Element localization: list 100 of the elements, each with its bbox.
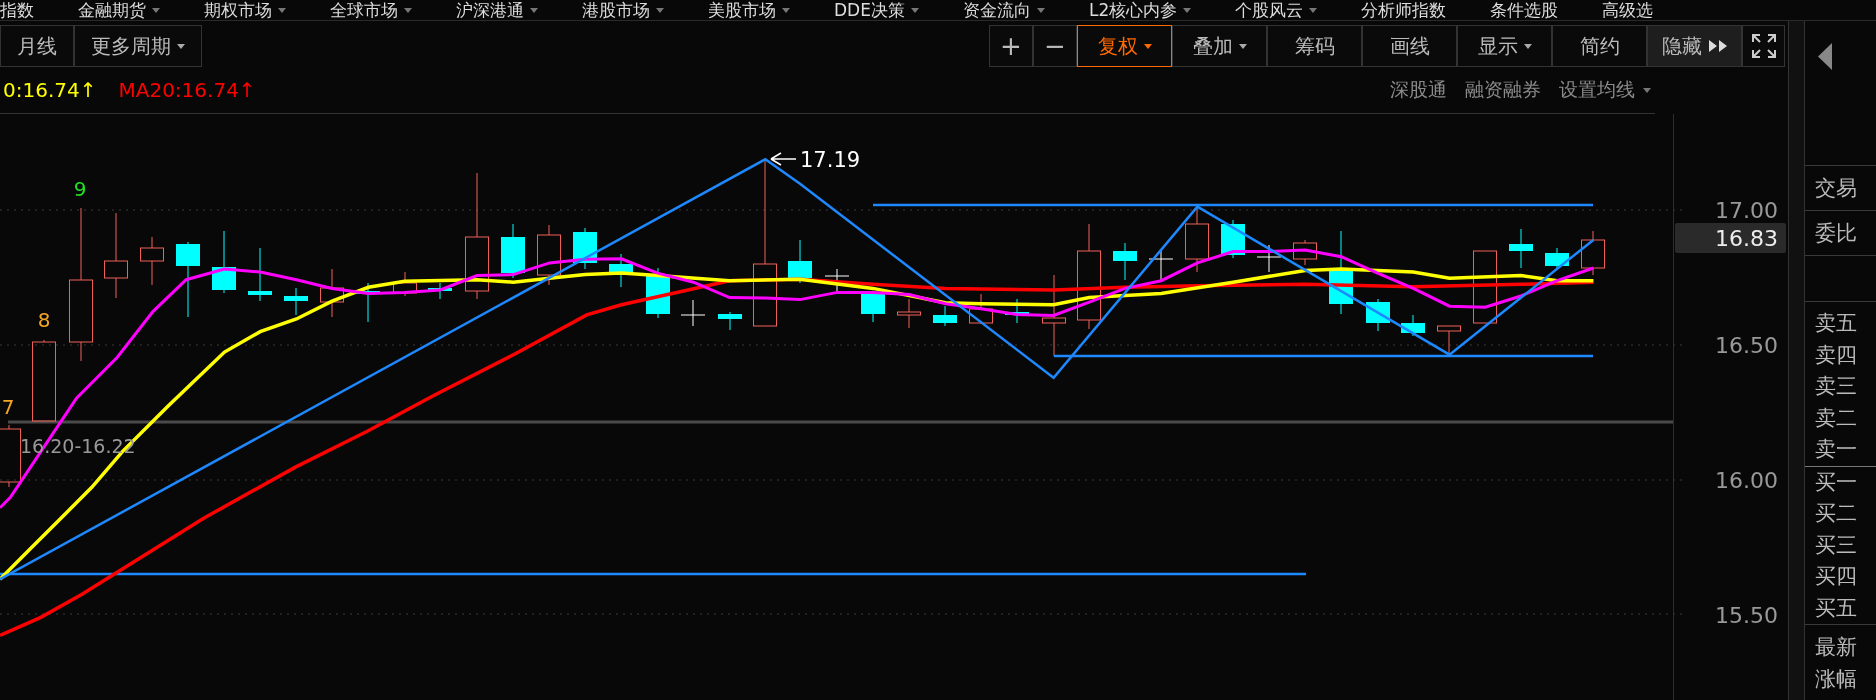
candlestick bbox=[501, 223, 525, 279]
candlestick bbox=[609, 253, 633, 288]
axis-label: 15.50 bbox=[1715, 603, 1778, 628]
candlestick bbox=[788, 239, 812, 284]
candlestick bbox=[1437, 325, 1461, 356]
toolbar-button[interactable]: 显示 bbox=[1457, 25, 1552, 67]
quote-label: 最新 bbox=[1815, 634, 1858, 661]
ma-legend-text: MA20:16.74↑ bbox=[118, 78, 256, 102]
axis-label: 16.00 bbox=[1715, 468, 1778, 493]
toolbar-button[interactable]: 复权 bbox=[1077, 25, 1172, 67]
candlestick bbox=[861, 292, 885, 323]
doji-candle bbox=[680, 299, 706, 327]
count-label: 8 bbox=[37, 308, 51, 332]
fullscreen-icon bbox=[1751, 34, 1776, 58]
candlestick bbox=[1005, 298, 1029, 324]
candlestick bbox=[969, 293, 993, 325]
candlestick bbox=[284, 287, 308, 316]
axis-label: 17.00 bbox=[1715, 198, 1778, 223]
candlestick bbox=[933, 305, 957, 327]
ask-label: 卖五 bbox=[1815, 310, 1858, 337]
period-button[interactable]: 更多周期 bbox=[74, 25, 202, 67]
candlestick bbox=[1293, 239, 1317, 266]
candlestick bbox=[1509, 228, 1533, 269]
bid-label: 买二 bbox=[1815, 500, 1858, 527]
caret-icon bbox=[1143, 43, 1152, 49]
caret-icon bbox=[1523, 43, 1532, 49]
candlestick bbox=[1581, 230, 1605, 276]
caret-icon bbox=[1238, 43, 1247, 49]
ask-label: 卖四 bbox=[1815, 341, 1858, 369]
caret-icon bbox=[1183, 7, 1192, 13]
count-label: 7 bbox=[1, 395, 15, 419]
candlestick bbox=[1366, 298, 1390, 332]
ma-legend-text: 0:16.74↑ bbox=[3, 78, 97, 102]
candlestick bbox=[1545, 247, 1569, 269]
menu-item[interactable]: 全球市场 bbox=[330, 0, 398, 20]
menu-item[interactable]: 港股市场 bbox=[582, 0, 650, 20]
menu-item[interactable]: 个股风云 bbox=[1235, 0, 1304, 20]
doji-candle bbox=[1256, 244, 1282, 273]
double-arrow-icon bbox=[1707, 40, 1728, 52]
menu-item[interactable]: DDE决策 bbox=[834, 0, 905, 20]
caret-icon bbox=[530, 7, 538, 13]
menu-item[interactable]: 资金流向 bbox=[962, 0, 1031, 20]
period-button[interactable]: 月线 bbox=[0, 25, 74, 67]
menu-item[interactable]: 条件选股 bbox=[1490, 0, 1559, 20]
caret-icon bbox=[910, 7, 919, 13]
caret-icon bbox=[782, 7, 790, 13]
candlestick bbox=[1185, 207, 1209, 273]
menu-item[interactable]: L2核心内参 bbox=[1088, 0, 1178, 20]
chart-link[interactable]: 深股通 bbox=[1390, 77, 1447, 103]
toolbar-button[interactable]: 筹码 bbox=[1267, 25, 1362, 67]
menu-item[interactable]: 高级选 bbox=[1602, 0, 1654, 20]
bid-label: 买五 bbox=[1815, 594, 1858, 622]
menu-item[interactable]: 美股市场 bbox=[708, 0, 776, 20]
candlestick bbox=[1113, 242, 1137, 281]
caret-icon bbox=[404, 7, 412, 13]
caret-icon bbox=[1036, 7, 1045, 13]
ask-label: 卖一 bbox=[1815, 436, 1858, 463]
price-label: 17.19 bbox=[800, 148, 861, 172]
candlestick bbox=[537, 224, 561, 286]
menu-item[interactable]: 沪深港通 bbox=[456, 0, 524, 20]
collapse-icon[interactable] bbox=[1818, 43, 1832, 70]
candlestick bbox=[897, 298, 921, 329]
candlestick bbox=[248, 247, 272, 302]
panel-label: 委比 bbox=[1815, 220, 1857, 247]
doji-candle bbox=[824, 268, 850, 294]
candlestick bbox=[428, 282, 452, 300]
chart-link[interactable]: 设置均线 bbox=[1559, 77, 1651, 103]
fullscreen-button[interactable] bbox=[1742, 25, 1785, 67]
ask-label: 卖三 bbox=[1815, 373, 1858, 400]
caret-icon bbox=[278, 7, 286, 13]
toolbar-button[interactable]: − bbox=[1033, 25, 1077, 67]
toolbar-button[interactable]: 叠加 bbox=[1172, 25, 1267, 67]
candlestick bbox=[140, 236, 164, 286]
toolbar-button[interactable]: 画线 bbox=[1362, 25, 1457, 67]
caret-icon bbox=[177, 43, 185, 49]
hide-button[interactable]: 隐藏 bbox=[1647, 25, 1742, 67]
count-label: 9 bbox=[73, 177, 87, 201]
chart-link[interactable]: 融资融券 bbox=[1465, 77, 1541, 103]
bid-label: 买三 bbox=[1815, 531, 1858, 559]
caret-icon bbox=[1643, 87, 1651, 93]
current-price: 16.83 bbox=[1715, 226, 1778, 251]
bid-label: 买四 bbox=[1815, 563, 1858, 590]
bid-label: 买一 bbox=[1815, 468, 1858, 496]
panel-label: 交易 bbox=[1815, 175, 1857, 202]
menu-item[interactable]: 指数 bbox=[0, 0, 34, 20]
ask-label: 卖二 bbox=[1815, 404, 1858, 432]
caret-icon bbox=[656, 7, 664, 13]
menu-item[interactable]: 期权市场 bbox=[204, 0, 272, 20]
candlestick bbox=[1401, 314, 1425, 337]
caret-icon bbox=[152, 7, 160, 13]
menu-item[interactable]: 金融期货 bbox=[78, 0, 146, 20]
caret-icon bbox=[1309, 7, 1318, 13]
candlestick bbox=[320, 268, 344, 318]
toolbar-button[interactable]: + bbox=[989, 25, 1033, 67]
toolbar-button[interactable]: 简约 bbox=[1552, 25, 1647, 67]
doji-candle bbox=[1148, 249, 1174, 281]
menu-item[interactable]: 分析师指数 bbox=[1361, 0, 1447, 20]
candlestick bbox=[0, 424, 21, 488]
candlestick bbox=[356, 282, 380, 323]
candlestick bbox=[718, 311, 742, 331]
